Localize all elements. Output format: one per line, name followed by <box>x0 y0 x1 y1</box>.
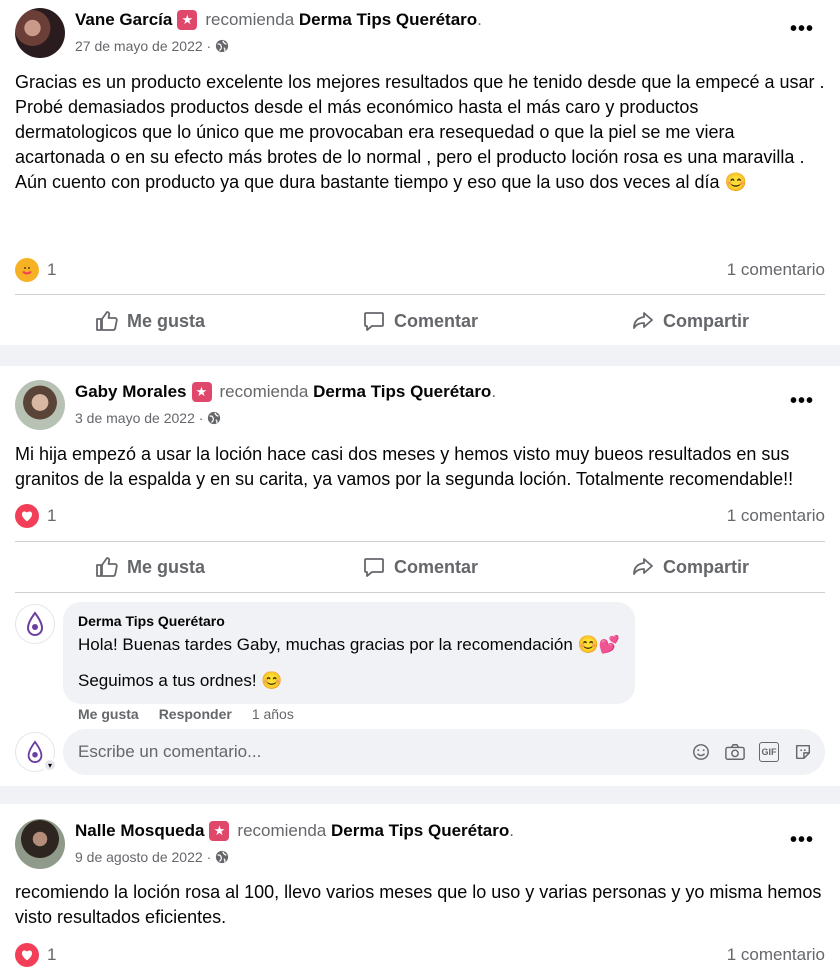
emoji-icon[interactable] <box>691 742 711 762</box>
globe-icon <box>216 850 229 864</box>
post-meta: 27 de mayo de 2022 · <box>75 38 229 54</box>
reaction-summary: 1 1 comentario <box>15 942 825 968</box>
comment-button[interactable]: Comentar <box>285 296 555 346</box>
post-meta: 3 de mayo de 2022 · <box>75 410 221 426</box>
reply-age[interactable]: 1 años <box>252 706 294 722</box>
avatar[interactable] <box>15 819 65 869</box>
thumbs-up-icon <box>96 557 118 577</box>
reply-author[interactable]: Derma Tips Querétaro <box>78 613 620 629</box>
share-button[interactable]: Compartir <box>555 542 825 592</box>
sticker-icon[interactable] <box>793 742 813 762</box>
post-text: Mi hija empezó a usar la loción hace cas… <box>15 444 794 489</box>
reply-respond-button[interactable]: Responder <box>159 706 232 722</box>
post-date[interactable]: 9 de agosto de 2022 <box>75 849 203 865</box>
recommends-text: recomienda <box>237 821 327 840</box>
page-name[interactable]: Derma Tips Querétaro <box>331 821 509 841</box>
post-text: recomiendo la loción rosa al 100, llevo … <box>15 882 822 927</box>
more-options-button[interactable]: ••• <box>790 390 814 413</box>
post-header: Gaby Morales ★ recomienda Derma Tips Que… <box>75 382 497 402</box>
post-card-3: Nalle Mosqueda ★ recomienda Derma Tips Q… <box>0 804 840 975</box>
post-header: Vane García ★ recomienda Derma Tips Quer… <box>75 10 482 30</box>
share-icon <box>633 558 653 575</box>
recommends-text: recomienda <box>205 10 295 29</box>
gif-icon[interactable]: GIF <box>759 742 779 762</box>
reaction-summary: 1 1 comentario <box>15 257 825 283</box>
care-reaction-icon <box>15 258 39 282</box>
comment-input[interactable]: Escribe un comentario... <box>78 742 691 762</box>
comment-icon <box>364 558 384 577</box>
comments-count-link[interactable]: 1 comentario <box>727 260 825 280</box>
reaction-count: 1 <box>47 945 57 964</box>
page-logo-icon <box>27 740 43 763</box>
divider <box>15 294 825 295</box>
author-name[interactable]: Vane García <box>75 10 172 30</box>
camera-icon[interactable] <box>725 742 745 762</box>
avatar[interactable] <box>15 8 65 58</box>
globe-icon <box>216 39 229 53</box>
reply-like-button[interactable]: Me gusta <box>78 706 139 722</box>
comment-button[interactable]: Comentar <box>285 542 555 592</box>
chevron-down-icon[interactable]: ▾ <box>43 758 57 772</box>
post-text: Gracias es un producto excelente los mej… <box>15 72 825 192</box>
action-bar: Me gusta Comentar Compartir <box>15 296 825 346</box>
post-date[interactable]: 27 de mayo de 2022 <box>75 38 203 54</box>
page-avatar[interactable] <box>15 604 55 644</box>
avatar[interactable] <box>15 380 65 430</box>
recommendation-badge-icon: ★ <box>191 382 212 402</box>
page-logo-icon <box>26 611 44 636</box>
love-reaction-icon <box>15 504 39 528</box>
comments-count-link[interactable]: 1 comentario <box>727 506 825 526</box>
reply-text: Seguimos a tus ordnes! 😊 <box>78 671 283 690</box>
love-reaction-icon <box>15 943 39 967</box>
page-name[interactable]: Derma Tips Querétaro <box>299 10 477 30</box>
recommendation-badge-icon: ★ <box>177 10 198 30</box>
share-icon <box>633 312 653 329</box>
action-bar: Me gusta Comentar Compartir <box>15 542 825 592</box>
recommendation-badge-icon: ★ <box>209 821 230 841</box>
thumbs-up-icon <box>96 311 118 331</box>
post-card-1: Vane García ★ recomienda Derma Tips Quer… <box>0 0 840 345</box>
comments-count-link[interactable]: 1 comentario <box>727 945 825 965</box>
like-button[interactable]: Me gusta <box>15 542 285 592</box>
more-options-button[interactable]: ••• <box>790 18 814 41</box>
more-options-button[interactable]: ••• <box>790 829 814 852</box>
post-card-2: Gaby Morales ★ recomienda Derma Tips Que… <box>0 366 840 786</box>
divider <box>15 592 825 593</box>
like-button[interactable]: Me gusta <box>15 296 285 346</box>
reaction-count: 1 <box>47 260 57 279</box>
share-button[interactable]: Compartir <box>555 296 825 346</box>
post-date[interactable]: 3 de mayo de 2022 <box>75 410 195 426</box>
post-header: Nalle Mosqueda ★ recomienda Derma Tips Q… <box>75 821 514 841</box>
post-meta: 9 de agosto de 2022 · <box>75 849 229 865</box>
comment-composer[interactable]: Escribe un comentario... GIF <box>63 729 825 775</box>
page-name[interactable]: Derma Tips Querétaro <box>313 382 491 402</box>
comment-icon <box>364 312 384 331</box>
author-name[interactable]: Gaby Morales <box>75 382 187 402</box>
reaction-summary: 1 1 comentario <box>15 503 825 529</box>
globe-icon <box>208 411 221 425</box>
reply-text: Hola! Buenas tardes Gaby, muchas gracias… <box>78 635 620 654</box>
reply-actions: Me gusta Responder 1 años <box>78 706 294 722</box>
reaction-count: 1 <box>47 506 57 525</box>
author-name[interactable]: Nalle Mosqueda <box>75 821 204 841</box>
recommends-text: recomienda <box>219 382 309 401</box>
reply-bubble: Derma Tips Querétaro Hola! Buenas tardes… <box>63 602 635 704</box>
